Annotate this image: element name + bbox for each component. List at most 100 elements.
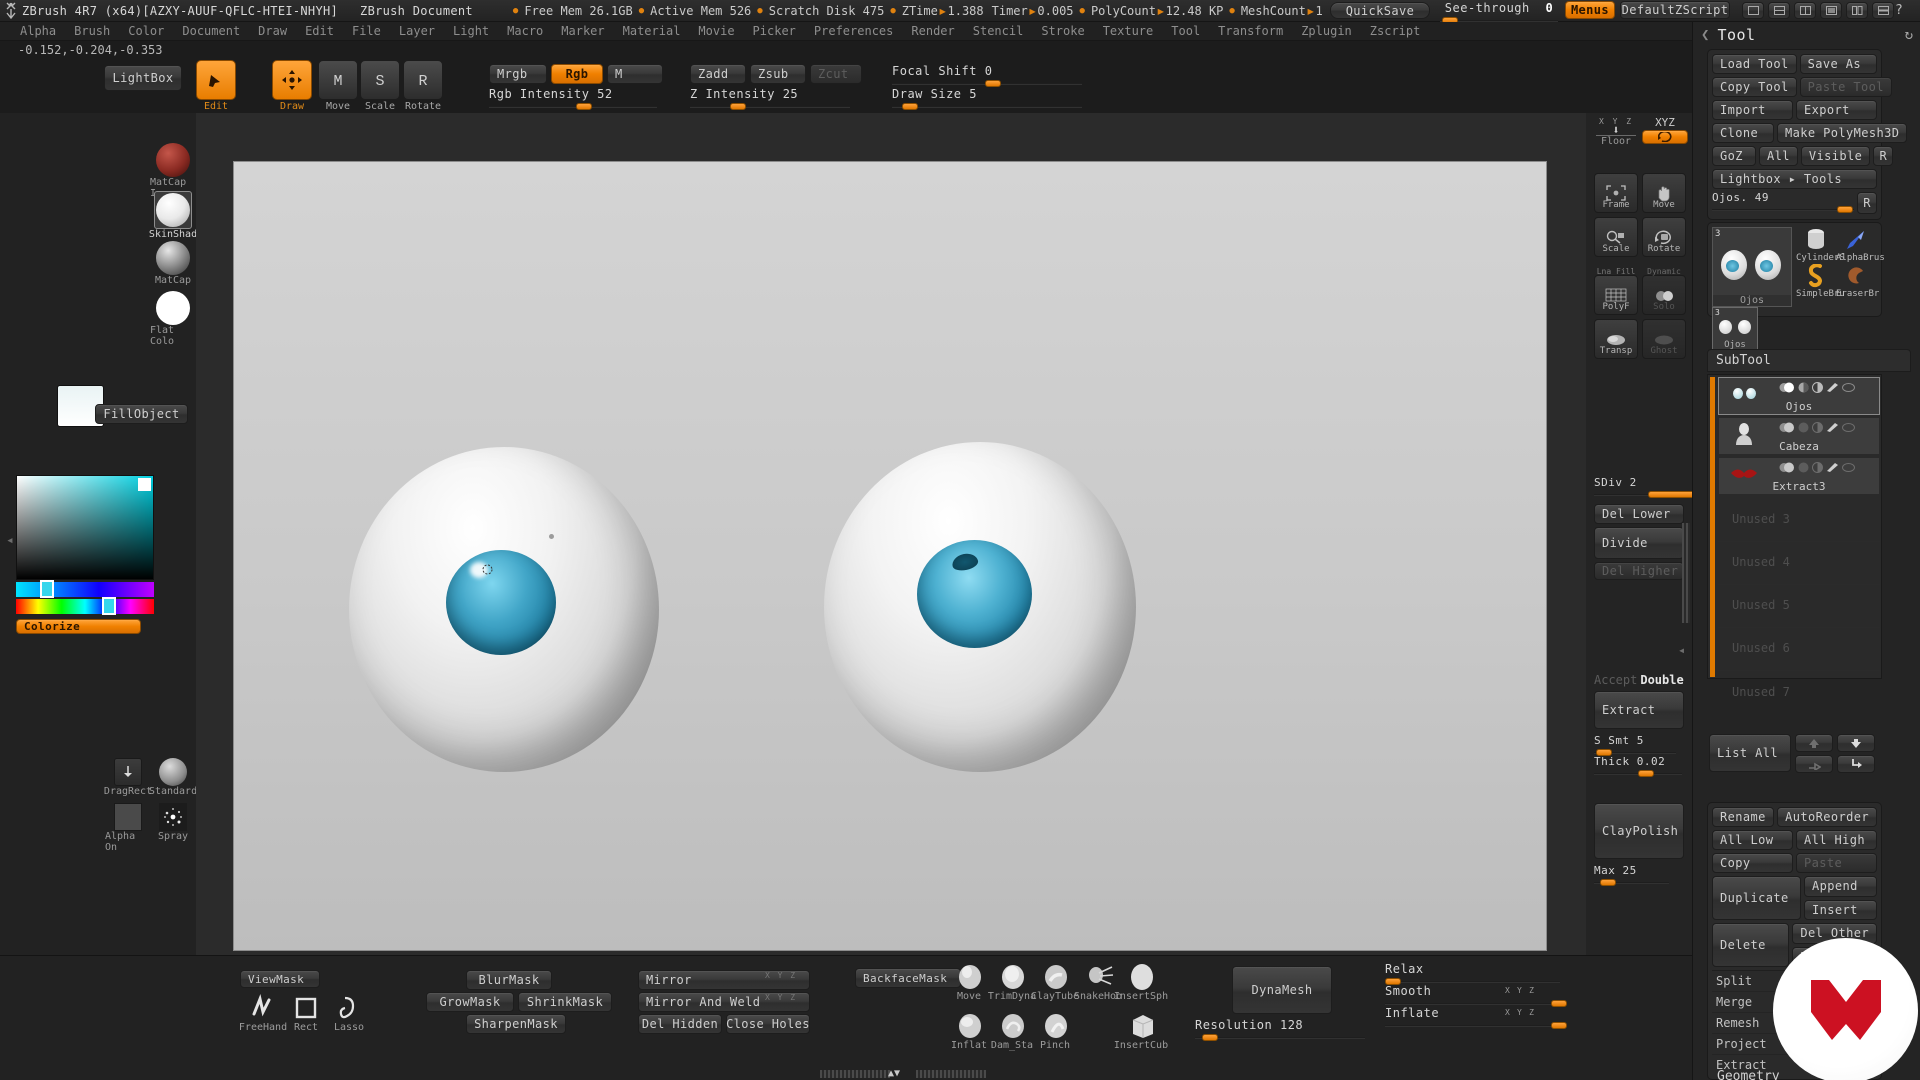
- brush-insertcube[interactable]: InsertCub: [1114, 1012, 1168, 1051]
- vpstrip-collapse-arrow-icon[interactable]: ◂: [1678, 643, 1685, 657]
- paste-tool-button[interactable]: Paste Tool: [1799, 77, 1892, 97]
- stroke-dragrect[interactable]: DragRect: [104, 758, 152, 797]
- resolution-slider[interactable]: Resolution 128: [1195, 1018, 1365, 1043]
- brush-insertsphere[interactable]: InsertSph: [1114, 963, 1168, 1002]
- left-panel-collapse-arrow-icon[interactable]: ◂: [6, 533, 14, 548]
- zadd-button[interactable]: Zadd: [690, 64, 746, 84]
- subtool-move-into-button[interactable]: [1837, 755, 1875, 773]
- menu-item-draw[interactable]: Draw: [250, 22, 295, 40]
- focal-shift-slider[interactable]: Focal Shift 0: [892, 64, 1082, 89]
- menu-item-render[interactable]: Render: [903, 22, 962, 40]
- lightbox-button[interactable]: LightBox: [104, 65, 182, 91]
- save-as-button[interactable]: Save As: [1799, 54, 1877, 74]
- material-flat-color[interactable]: Flat Colo: [150, 291, 196, 347]
- visible-button[interactable]: Visible: [1800, 146, 1871, 166]
- menu-item-brush[interactable]: Brush: [66, 22, 118, 40]
- window-icon-3[interactable]: [1794, 2, 1816, 19]
- brush-pinch[interactable]: Pinch: [1034, 1012, 1076, 1051]
- quicksave-button[interactable]: QuickSave: [1330, 2, 1430, 19]
- extract-button[interactable]: Extract: [1594, 691, 1684, 729]
- rotate-mode-button[interactable]: R: [403, 60, 443, 100]
- paste-subtool-button[interactable]: Paste: [1796, 853, 1877, 873]
- subtool-item-ojos[interactable]: Ojos: [1718, 377, 1880, 415]
- tool-thumb-simplebrush[interactable]: SimpleBru: [1796, 263, 1845, 299]
- rgb-intensity-slider[interactable]: Rgb Intensity 52: [489, 87, 657, 112]
- vpstrip-scrollbar[interactable]: [1682, 523, 1690, 623]
- subtool-unused-5[interactable]: Unused 5: [1718, 583, 1880, 628]
- accept-label[interactable]: Accept: [1594, 673, 1637, 687]
- menu-item-picker[interactable]: Picker: [745, 22, 804, 40]
- max-slider[interactable]: Max 25: [1594, 864, 1669, 888]
- default-zscript-button[interactable]: DefaultZScript: [1620, 1, 1730, 19]
- m-button[interactable]: M: [607, 64, 663, 84]
- selected-tool-thumb[interactable]: 3 Ojos: [1712, 227, 1792, 307]
- tool-thumb-cylinder3d[interactable]: CylinderS: [1796, 227, 1845, 263]
- autoreorder-button[interactable]: AutoReorder: [1777, 807, 1877, 827]
- window-icon-2[interactable]: [1768, 2, 1790, 19]
- extract-double-label[interactable]: Double: [1640, 673, 1683, 687]
- growmask-button[interactable]: GrowMask: [426, 992, 514, 1012]
- zsub-button[interactable]: Zsub: [750, 64, 806, 84]
- sharpenmask-button[interactable]: SharpenMask: [466, 1014, 566, 1034]
- saturation-value-picker[interactable]: [16, 475, 154, 580]
- load-tool-button[interactable]: Load Tool: [1712, 54, 1797, 74]
- bottombar-scroll-left[interactable]: [820, 1070, 890, 1078]
- rgb-button[interactable]: Rgb: [551, 64, 603, 84]
- viewmask-button[interactable]: ViewMask: [240, 970, 320, 988]
- window-icon-4[interactable]: [1820, 2, 1842, 19]
- move-mode-button[interactable]: M: [318, 60, 358, 100]
- view-move-button[interactable]: Move: [1642, 173, 1686, 213]
- make-polymesh3d-button[interactable]: Make PolyMesh3D: [1777, 123, 1908, 143]
- menu-item-document[interactable]: Document: [174, 22, 248, 40]
- hue-bar-full[interactable]: [16, 597, 154, 615]
- visible-r-button[interactable]: R: [1873, 146, 1894, 166]
- claypolish-button[interactable]: ClayPolish: [1594, 803, 1684, 859]
- subtool-unused-4[interactable]: Unused 4: [1718, 540, 1880, 585]
- delete-button[interactable]: Delete: [1712, 923, 1790, 967]
- alpha-off[interactable]: Alpha On: [105, 803, 151, 853]
- draw-mode-button[interactable]: [272, 60, 312, 100]
- all-high-button[interactable]: All High: [1796, 830, 1877, 850]
- menu-item-tool[interactable]: Tool: [1163, 22, 1208, 40]
- dynamesh-button[interactable]: DynaMesh: [1232, 966, 1332, 1014]
- menu-item-transform[interactable]: Transform: [1210, 22, 1291, 40]
- window-icon-6[interactable]: [1872, 2, 1894, 19]
- thick-slider[interactable]: Thick 0.02: [1594, 755, 1682, 779]
- bottombar-scroll-right[interactable]: [916, 1070, 986, 1078]
- import-button[interactable]: Import: [1712, 100, 1793, 120]
- copy-tool-button[interactable]: Copy Tool: [1712, 77, 1797, 97]
- tool-thumb-alphabrush[interactable]: AlphaBrus: [1836, 227, 1885, 263]
- all-button[interactable]: All: [1759, 146, 1798, 166]
- menu-item-movie[interactable]: Movie: [690, 22, 742, 40]
- floor-label[interactable]: Floor: [1594, 136, 1638, 147]
- blurmask-button[interactable]: BlurMask: [466, 970, 552, 990]
- export-button[interactable]: Export: [1796, 100, 1877, 120]
- menu-item-alpha[interactable]: Alpha: [12, 22, 64, 40]
- brush-damstandard[interactable]: Dam_Sta: [991, 1012, 1033, 1051]
- subtool-move-down-button[interactable]: [1837, 734, 1875, 752]
- ghost-button[interactable]: Ghost: [1642, 319, 1686, 359]
- window-icon-1[interactable]: [1742, 2, 1764, 19]
- fillobject-button[interactable]: FillObject: [95, 404, 188, 424]
- zcut-button[interactable]: Zcut: [810, 64, 862, 84]
- menu-item-zplugin[interactable]: Zplugin: [1293, 22, 1360, 40]
- view-scale-button[interactable]: Scale: [1594, 217, 1638, 257]
- goz-button[interactable]: GoZ: [1712, 146, 1756, 166]
- append-button[interactable]: Append: [1804, 876, 1877, 897]
- rename-button[interactable]: Rename: [1712, 807, 1775, 827]
- solo-button[interactable]: Dynamic Solo: [1642, 267, 1686, 315]
- material-matcap-gray[interactable]: MatCap: [150, 241, 196, 286]
- menu-item-material[interactable]: Material: [615, 22, 689, 40]
- subtool-scroll-indicator[interactable]: [1710, 377, 1715, 677]
- subtool-unused-3[interactable]: Unused 3: [1718, 497, 1880, 542]
- brush-trimdynamic[interactable]: TrimDyna: [988, 963, 1036, 1002]
- divide-button[interactable]: Divide: [1594, 527, 1684, 559]
- subtool-unused-7[interactable]: Unused 7: [1718, 669, 1880, 714]
- subtool-icon-row[interactable]: [1779, 422, 1855, 433]
- subtool-move-up-button[interactable]: [1795, 734, 1833, 752]
- shrinkmask-button[interactable]: ShrinkMask: [518, 992, 612, 1012]
- close-holes-button[interactable]: Close Holes: [726, 1014, 810, 1034]
- brush-move[interactable]: Move: [948, 963, 990, 1002]
- del-lower-button[interactable]: Del Lower: [1594, 504, 1684, 524]
- subtool-panel-title[interactable]: SubTool: [1707, 349, 1911, 372]
